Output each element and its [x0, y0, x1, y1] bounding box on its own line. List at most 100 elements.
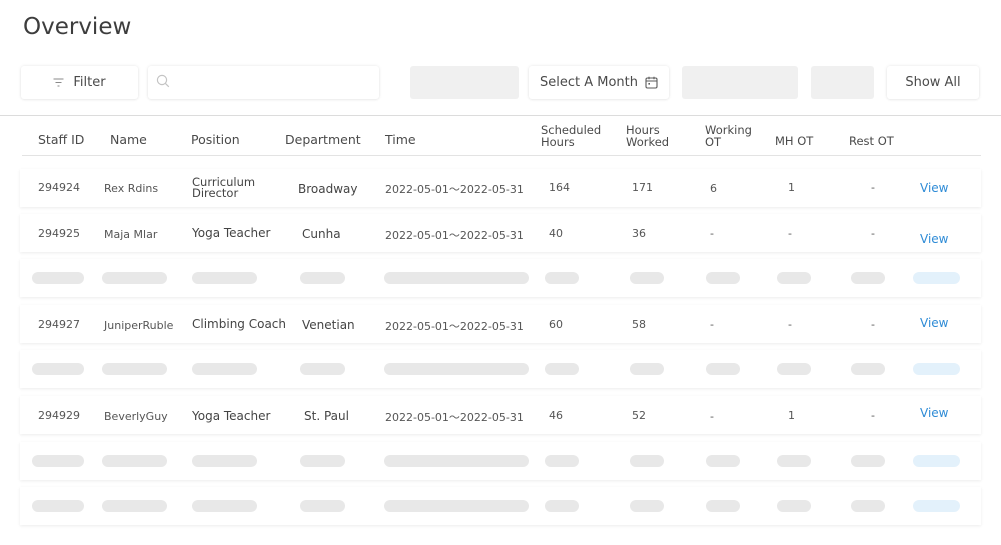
name-cell: Maja Mlar — [104, 228, 158, 241]
skeleton-bar — [851, 455, 885, 467]
skeleton-bar — [630, 363, 664, 375]
view-link[interactable]: View — [920, 316, 948, 330]
hours-worked-cell: 171 — [632, 181, 653, 194]
skeleton-bar — [384, 272, 529, 284]
rest-ot-cell: - — [871, 318, 875, 331]
select-month-label: Select A Month — [539, 75, 638, 90]
skeleton-bar — [32, 363, 84, 375]
skeleton-bar — [706, 500, 740, 512]
skeleton-bar — [300, 500, 345, 512]
skeleton-bar — [706, 363, 740, 375]
skeleton-bar — [192, 455, 257, 467]
header-working-ot: Working OT — [705, 124, 752, 148]
staff-id-cell: 294925 — [38, 227, 80, 240]
skeleton-bar — [102, 500, 167, 512]
header-hours-worked-line2: Worked — [626, 135, 670, 149]
rest-ot-cell: - — [871, 181, 875, 194]
filter-label: Filter — [73, 75, 106, 90]
table-row: 294925 Maja Mlar Yoga Teacher Cunha 2022… — [20, 214, 981, 252]
calendar-icon — [645, 76, 658, 89]
position-cell: Climbing Coach — [192, 317, 287, 331]
skeleton-bar — [630, 455, 664, 467]
name-cell: Rex Rdins — [104, 182, 159, 195]
skeleton-action-bar — [913, 272, 960, 284]
filter-lines-icon — [53, 78, 64, 87]
skeleton-bar — [32, 500, 84, 512]
position-cell: Curriculum Director — [192, 176, 272, 200]
header-name: Name — [110, 132, 147, 147]
header-rest-ot: Rest OT — [849, 134, 894, 148]
time-cell: 2022-05-01～2022-05-31 — [385, 320, 524, 333]
select-month-button[interactable]: Select A Month — [529, 66, 669, 99]
view-link[interactable]: View — [920, 181, 948, 195]
header-scheduled-hours-line2: Hours — [541, 135, 575, 149]
page: Overview Filter Select A Month Show All — [0, 0, 1001, 545]
skeleton-bar — [102, 272, 167, 284]
working-ot-cell: - — [710, 410, 714, 423]
view-link[interactable]: View — [920, 406, 948, 420]
show-all-label: Show All — [905, 75, 961, 90]
skeleton-bar — [300, 455, 345, 467]
header-position: Position — [191, 132, 240, 147]
table-header: Staff ID Name Position Department Time S… — [22, 122, 981, 156]
mh-ot-cell: - — [788, 227, 792, 240]
time-cell: 2022-05-01～2022-05-31 — [385, 183, 524, 196]
hours-worked-cell: 36 — [632, 227, 646, 240]
hours-worked-cell: 52 — [632, 409, 646, 422]
skeleton-bar — [777, 272, 811, 284]
skeleton-bar — [192, 363, 257, 375]
staff-id-cell: 294927 — [38, 318, 80, 331]
view-link[interactable]: View — [920, 232, 948, 246]
time-cell: 2022-05-01～2022-05-31 — [385, 229, 524, 242]
staff-id-cell: 294929 — [38, 409, 80, 422]
table-row: 294924 Rex Rdins Curriculum Director Bro… — [20, 169, 981, 207]
department-cell: Broadway — [298, 182, 358, 196]
scheduled-hours-cell: 46 — [549, 409, 563, 422]
department-cell: St. Paul — [304, 409, 349, 423]
skeleton-bar — [630, 272, 664, 284]
show-all-button[interactable]: Show All — [887, 66, 979, 99]
filter-button[interactable]: Filter — [21, 66, 138, 99]
skeleton-action-bar — [913, 455, 960, 467]
skeleton-bar — [300, 272, 345, 284]
mh-ot-cell: 1 — [788, 409, 795, 422]
skeleton-action-bar — [913, 500, 960, 512]
rest-ot-cell: - — [871, 227, 875, 240]
filter-select-1[interactable] — [410, 66, 519, 99]
header-department: Department — [285, 132, 361, 147]
time-cell: 2022-05-01～2022-05-31 — [385, 411, 524, 424]
department-cell: Cunha — [302, 227, 341, 241]
filter-select-2[interactable] — [682, 66, 798, 99]
search-input[interactable] — [176, 74, 370, 91]
search-icon — [156, 74, 170, 92]
table-row: 294929 BeverlyGuy Yoga Teacher St. Paul … — [20, 396, 981, 434]
position-cell: Yoga Teacher — [192, 409, 271, 423]
skeleton-bar — [545, 272, 579, 284]
staff-id-cell: 294924 — [38, 181, 80, 194]
skeleton-bar — [32, 272, 84, 284]
scheduled-hours-cell: 164 — [549, 181, 570, 194]
skeleton-bar — [192, 500, 257, 512]
position-cell: Yoga Teacher — [192, 226, 271, 240]
skeleton-bar — [630, 500, 664, 512]
toolbar: Filter Select A Month Show All — [0, 66, 1001, 99]
position-line2: Director — [192, 186, 239, 200]
page-title: Overview — [23, 14, 132, 40]
skeleton-bar — [32, 455, 84, 467]
filter-select-3[interactable] — [811, 66, 874, 99]
search-box[interactable] — [148, 66, 379, 99]
skeleton-bar — [384, 363, 529, 375]
skeleton-bar — [300, 363, 345, 375]
skeleton-bar — [851, 272, 885, 284]
rest-ot-cell: - — [871, 409, 875, 422]
header-mh-ot: MH OT — [775, 134, 814, 148]
loading-row — [20, 259, 981, 297]
skeleton-bar — [851, 500, 885, 512]
header-scheduled-hours: Scheduled Hours — [541, 124, 601, 148]
table-row: 294927 JuniperRuble Climbing Coach Venet… — [20, 305, 981, 343]
skeleton-bar — [192, 272, 257, 284]
skeleton-bar — [706, 272, 740, 284]
name-cell: BeverlyGuy — [104, 410, 168, 423]
skeleton-bar — [777, 455, 811, 467]
skeleton-bar — [777, 363, 811, 375]
